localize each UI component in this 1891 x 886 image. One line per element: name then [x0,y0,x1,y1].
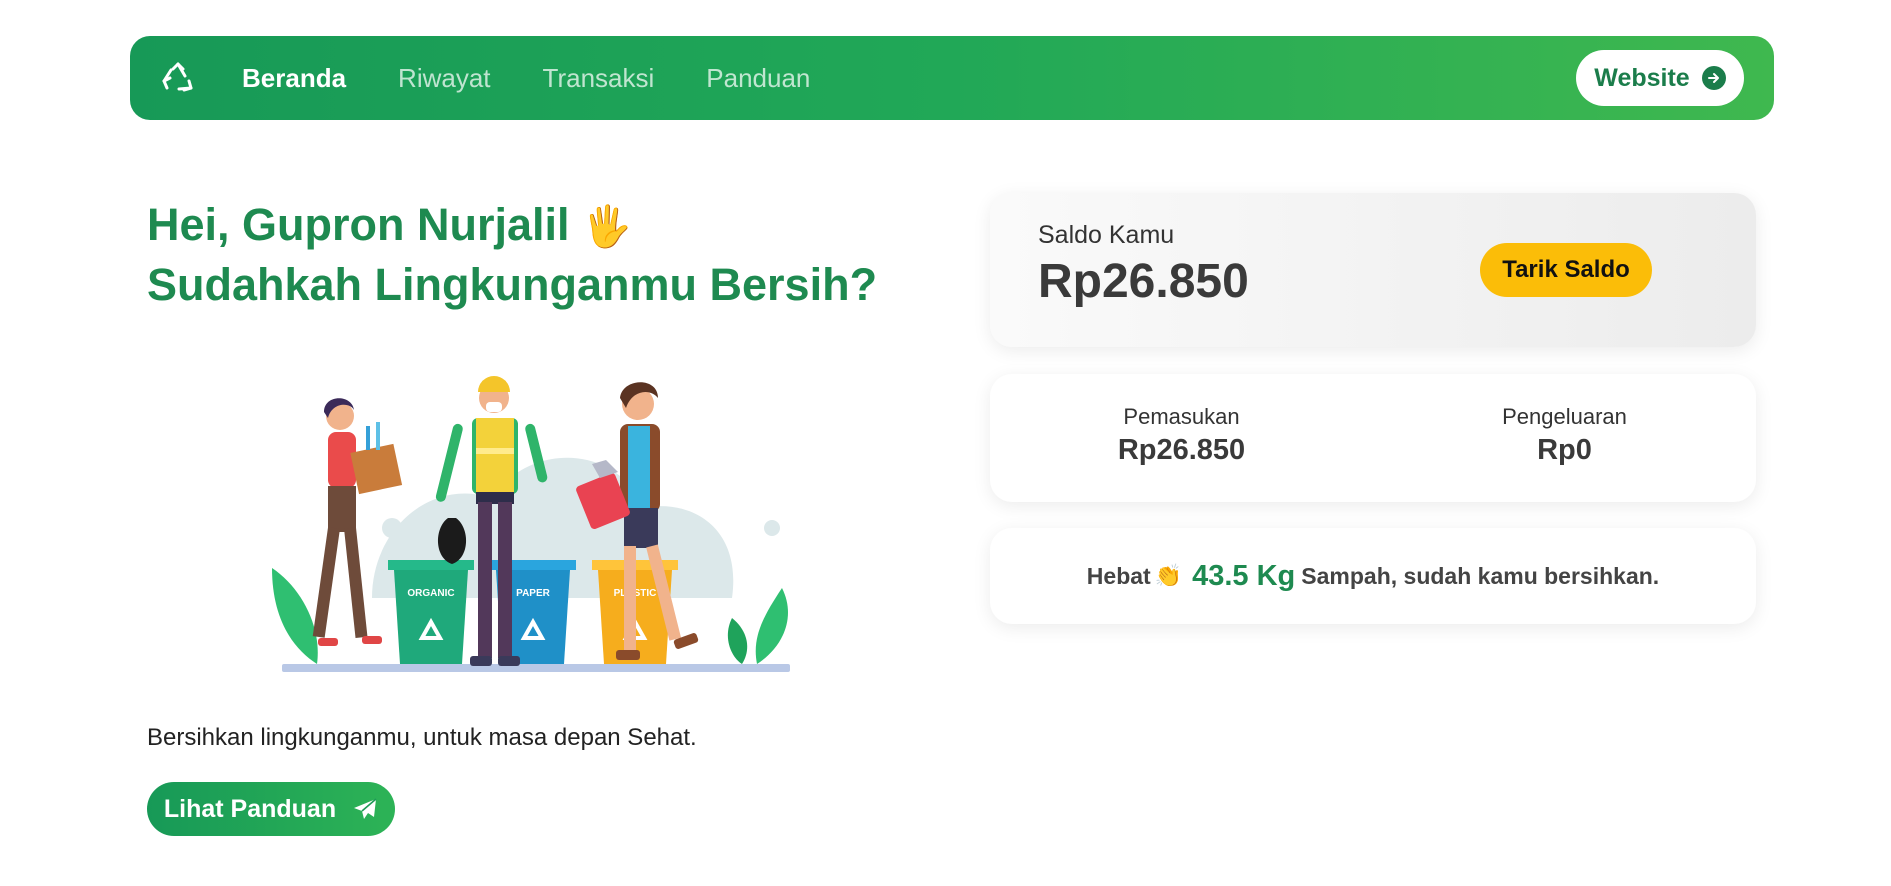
waste-summary-card: Hebat 👏 43.5 Kg Sampah, sudah kamu bersi… [990,528,1756,624]
balance-card: Saldo Kamu Rp26.850 Tarik Saldo [990,193,1756,347]
expense-label: Pengeluaran [1502,404,1627,429]
page-title: Hei, Gupron Nurjalil 🖐 Sudahkah Lingkung… [147,196,877,314]
income-section: Pemasukan Rp26.850 [990,374,1373,502]
arrow-right-circle-icon [1701,66,1726,90]
expense-section: Pengeluaran Rp0 [1373,374,1756,502]
income-label: Pemasukan [1123,404,1240,429]
question-text: Sudahkah Lingkunganmu Bersih? [147,259,878,310]
expense-value: Rp0 [1537,434,1592,466]
recycling-illustration: ORGANIC PAPER PLASTIC [262,368,802,688]
withdraw-button[interactable]: Tarik Saldo [1480,243,1652,297]
website-button-label: Website [1594,63,1690,92]
bin-label-paper: PAPER [516,588,550,599]
greeting-text: Hei, Gupron Nurjalil [147,199,570,250]
website-button[interactable]: Website [1576,50,1744,106]
paper-plane-icon [354,798,377,819]
nav-beranda[interactable]: Beranda [242,63,346,94]
recycle-icon[interactable] [160,60,196,96]
nav-riwayat[interactable]: Riwayat [398,63,490,94]
clapping-hands-icon: 👏 [1154,563,1183,588]
waste-weight: 43.5 Kg [1192,559,1296,592]
summary-prefix: Hebat [1086,562,1151,589]
bin-label-organic: ORGANIC [407,588,454,599]
nav-links: Beranda Riwayat Transaksi Panduan [242,63,862,94]
balance-label: Saldo Kamu [1038,221,1175,249]
nav-panduan[interactable]: Panduan [706,63,810,94]
view-guide-label: Lihat Panduan [163,794,337,823]
wave-hand-icon: 🖐 [582,205,632,249]
top-navbar: Beranda Riwayat Transaksi Panduan Websit… [130,36,1774,120]
view-guide-button[interactable]: Lihat Panduan [147,782,395,836]
nav-transaksi[interactable]: Transaksi [543,63,655,94]
income-expense-card: Pemasukan Rp26.850 Pengeluaran Rp0 [990,374,1756,502]
income-value: Rp26.850 [1117,434,1246,466]
hero-tagline: Bersihkan lingkunganmu, untuk masa depan… [147,724,697,751]
summary-suffix: Sampah, sudah kamu bersihkan. [1301,562,1660,589]
